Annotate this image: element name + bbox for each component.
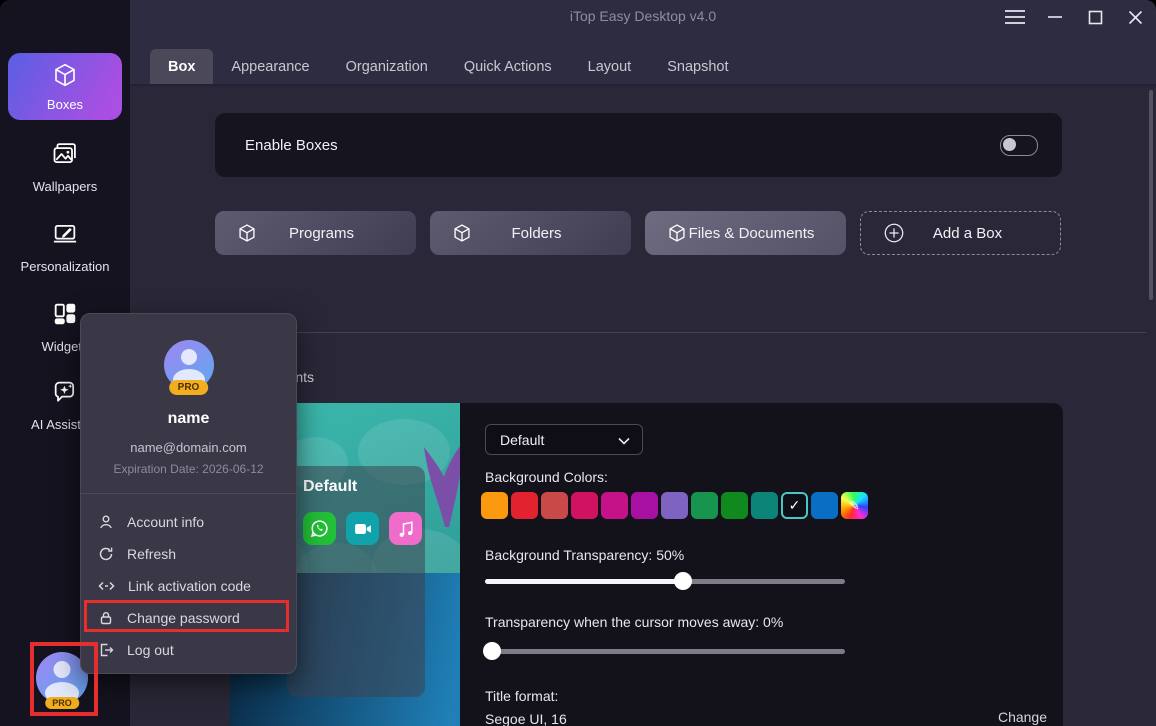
bg-transparency-label: Background Transparency: 50% (485, 547, 684, 563)
sidebar-item-boxes[interactable]: Boxes (8, 53, 122, 120)
tab-bar: Box Appearance Organization Quick Action… (150, 49, 747, 84)
menu-item-log-out[interactable]: Log out (81, 634, 296, 666)
color-swatch[interactable] (721, 492, 748, 519)
video-camera-icon (346, 512, 379, 545)
menu-item-change-password[interactable]: Change password (81, 602, 296, 634)
account-expiration: Expiration Date: 2026-06-12 (81, 462, 296, 476)
popup-divider (81, 493, 296, 494)
enable-boxes-toggle[interactable] (1000, 135, 1038, 156)
menu-item-refresh[interactable]: Refresh (81, 538, 296, 570)
menu-item-label: Account info (127, 514, 204, 530)
menu-item-account-info[interactable]: Account info (81, 506, 296, 538)
color-swatch[interactable] (631, 492, 658, 519)
sidebar-item-wallpapers[interactable]: Wallpapers (0, 140, 130, 194)
enable-boxes-row: Enable Boxes (215, 113, 1062, 177)
sidebar-item-personalization[interactable]: Personalization (0, 220, 130, 274)
color-swatch[interactable] (811, 492, 838, 519)
menu-item-label: Change password (127, 610, 240, 626)
theme-dropdown-value: Default (500, 432, 544, 448)
widgets-icon (51, 300, 79, 333)
tab-box[interactable]: Box (150, 49, 213, 84)
color-swatch[interactable] (511, 492, 538, 519)
menu-item-label: Link activation code (128, 578, 251, 594)
color-swatch[interactable] (481, 492, 508, 519)
refresh-icon (98, 546, 114, 562)
personalization-icon (51, 220, 79, 253)
cube-icon (237, 223, 257, 243)
menu-item-link-activation-code[interactable]: Link activation code (81, 570, 296, 602)
section-divider (155, 332, 1146, 333)
person-icon (98, 514, 114, 530)
programs-label: Programs (257, 225, 386, 242)
sidebar-label-personalization: Personalization (21, 259, 110, 274)
logout-icon (98, 642, 114, 658)
preview-box-title: Default (303, 478, 357, 496)
tab-snapshot[interactable]: Snapshot (649, 49, 746, 84)
cube-icon (52, 62, 78, 93)
bg-transparency-slider[interactable] (485, 579, 845, 584)
files-documents-box-button[interactable]: Files & Documents (645, 211, 846, 255)
menu-icon[interactable] (1002, 6, 1028, 28)
theme-dropdown[interactable]: Default (485, 424, 643, 455)
tab-divider (130, 84, 1156, 86)
color-swatch[interactable] (691, 492, 718, 519)
code-icon (98, 578, 115, 594)
title-format-label: Title format: (485, 688, 558, 704)
color-swatch[interactable] (541, 492, 568, 519)
account-popup: PRO name name@domain.com Expiration Date… (80, 313, 297, 674)
add-a-box-label: Add a Box (905, 225, 1030, 242)
title-format-value: Segoe UI, 16 (485, 711, 567, 726)
slider-thumb[interactable] (674, 572, 692, 590)
scrollbar-thumb[interactable] (1149, 90, 1153, 300)
color-swatch[interactable] (571, 492, 598, 519)
enable-boxes-label: Enable Boxes (245, 137, 338, 154)
whatsapp-icon (303, 512, 336, 545)
plus-circle-icon (883, 222, 905, 244)
programs-box-button[interactable]: Programs (215, 211, 416, 255)
tab-appearance[interactable]: Appearance (213, 49, 327, 84)
pro-badge: PRO (169, 380, 209, 395)
chevron-down-icon (618, 432, 630, 448)
cube-icon (667, 223, 687, 243)
tab-organization[interactable]: Organization (328, 49, 446, 84)
sidebar-label-boxes: Boxes (47, 97, 83, 112)
app-window: iTop Easy Desktop v4.0 Box Appearance Or… (0, 0, 1156, 726)
pro-badge: PRO (45, 697, 79, 709)
maximize-icon[interactable] (1082, 6, 1108, 28)
music-icon (389, 512, 422, 545)
folders-label: Folders (472, 225, 601, 242)
sidebar-label-wallpapers: Wallpapers (33, 179, 98, 194)
cursor-transparency-slider[interactable] (485, 649, 845, 654)
cube-icon (452, 223, 472, 243)
background-colors-label: Background Colors: (485, 469, 608, 485)
color-swatch[interactable] (601, 492, 628, 519)
folders-box-button[interactable]: Folders (430, 211, 631, 255)
preview-app-icons (303, 512, 422, 545)
add-a-box-button[interactable]: Add a Box (860, 211, 1061, 255)
toggle-knob (1003, 138, 1016, 151)
account-name: name (81, 410, 296, 428)
custom-color-picker-swatch[interactable]: ✎ (841, 492, 868, 519)
background-color-swatches: ✓✎ (481, 492, 868, 519)
close-icon[interactable] (1122, 6, 1148, 28)
lock-icon (98, 610, 114, 626)
color-swatch[interactable] (751, 492, 778, 519)
tab-layout[interactable]: Layout (570, 49, 650, 84)
whale-tail-illustration (424, 439, 460, 532)
cursor-transparency-label: Transparency when the cursor moves away:… (485, 614, 783, 630)
change-title-format-link[interactable]: Change (985, 709, 1047, 725)
files-documents-label: Files & Documents (687, 225, 816, 242)
ai-assistant-icon (51, 378, 79, 411)
account-email: name@domain.com (81, 440, 296, 455)
preview-default-box: Default (287, 466, 425, 697)
menu-item-label: Refresh (127, 546, 176, 562)
minimize-icon[interactable] (1042, 6, 1068, 28)
selected-color-swatch[interactable]: ✓ (781, 492, 808, 519)
wallpapers-icon (51, 140, 79, 173)
color-swatch[interactable] (661, 492, 688, 519)
menu-item-label: Log out (127, 642, 174, 658)
tab-quick-actions[interactable]: Quick Actions (446, 49, 570, 84)
